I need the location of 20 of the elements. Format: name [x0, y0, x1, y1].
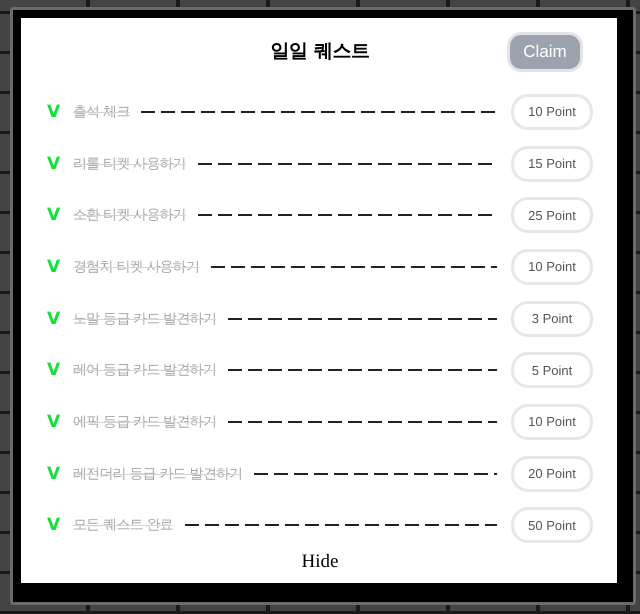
check-mark: V	[47, 256, 62, 277]
reward-badge: 10 Point	[511, 94, 593, 130]
check-mark: V	[47, 515, 62, 536]
reward-badge: 50 Point	[511, 507, 593, 544]
check-mark: V	[47, 412, 62, 432]
reward-badge: 5 Point	[511, 352, 593, 388]
reward-badge: 10 Point	[511, 248, 593, 285]
reward-badge: 20 Point	[511, 456, 593, 492]
check-mark: V	[47, 205, 62, 226]
reward-badge: 25 Point	[511, 197, 593, 234]
check-mark: V	[47, 464, 62, 484]
check-mark: V	[47, 308, 62, 329]
check-mark: V	[47, 102, 62, 122]
reward-badge: 15 Point	[511, 146, 593, 182]
reward-badge: 10 Point	[511, 404, 593, 440]
check-mark: V	[47, 154, 62, 174]
check-mark: V	[47, 360, 62, 380]
reward-badge: 3 Point	[511, 300, 593, 337]
quest-title: 일일 퀘스트	[270, 39, 370, 64]
hide-button[interactable]: Hide	[298, 551, 342, 574]
